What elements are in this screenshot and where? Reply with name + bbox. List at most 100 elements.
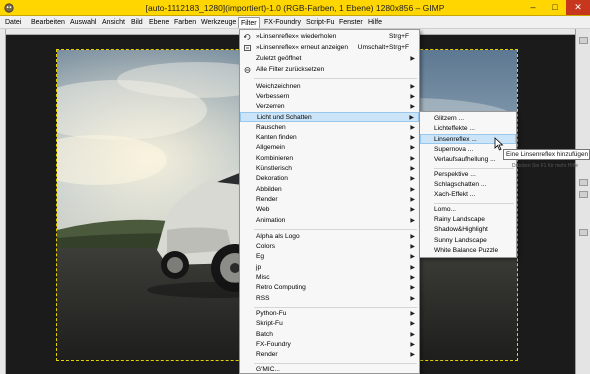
menu-fenster[interactable]: Fenster xyxy=(337,17,365,28)
light-shadow-submenu: Glitzern ... Lichteffekte ... Linsenrefl… xyxy=(419,111,517,258)
dock-button[interactable] xyxy=(579,191,588,198)
menu-item-xach-effekt[interactable]: Xach-Effekt ... xyxy=(420,190,516,200)
menu-filter[interactable]: Filter xyxy=(238,17,260,28)
menu-item-label: Perspektive ... xyxy=(434,171,476,178)
menu-item-glitzern[interactable]: Glitzern ... xyxy=(420,114,516,124)
menu-item-label: Batch xyxy=(256,331,273,338)
menu-ansicht[interactable]: Ansicht xyxy=(100,17,127,28)
menu-item-fx-foundry[interactable]: FX-Foundry ▶ xyxy=(240,340,419,350)
submenu-arrow-icon: ▶ xyxy=(410,156,415,162)
menu-separator xyxy=(434,203,514,204)
submenu-arrow-icon: ▶ xyxy=(410,234,415,240)
menu-item-licht-und-schatten[interactable]: Licht und Schatten ▶ xyxy=(240,112,419,122)
menu-item-label: Schlagschatten ... xyxy=(434,181,487,188)
menu-item-abbilden[interactable]: Abbilden ▶ xyxy=(240,185,419,195)
menu-item-label: Allgemein xyxy=(256,144,285,151)
menu-werkzeuge[interactable]: Werkzeuge xyxy=(199,17,238,28)
submenu-arrow-icon: ▶ xyxy=(410,104,415,110)
submenu-arrow-icon: ▶ xyxy=(409,115,414,121)
menu-item-verzerren[interactable]: Verzerren ▶ xyxy=(240,102,419,112)
menu-datei[interactable]: Datei xyxy=(3,17,23,28)
menu-item-schlagschatten[interactable]: Schlagschatten ... xyxy=(420,180,516,190)
menu-item-sunny-landscape[interactable]: Sunny Landscape xyxy=(420,236,516,246)
menu-item-retro-computing[interactable]: Retro Computing ▶ xyxy=(240,283,419,293)
menu-farben[interactable]: Farben xyxy=(172,17,198,28)
maximize-button[interactable]: □ xyxy=(544,0,566,15)
menu-item-jp[interactable]: jp ▶ xyxy=(240,263,419,273)
submenu-arrow-icon: ▶ xyxy=(410,275,415,281)
menu-item-alpha-als-logo[interactable]: Alpha als Logo ▶ xyxy=(240,232,419,242)
menu-item-kuenstlerisch[interactable]: Künstlerisch ▶ xyxy=(240,164,419,174)
menu-bild[interactable]: Bild xyxy=(129,17,145,28)
menu-item-label: Web xyxy=(256,206,270,213)
menu-item-kombinieren[interactable]: Kombinieren ▶ xyxy=(240,154,419,164)
submenu-arrow-icon: ▶ xyxy=(410,254,415,260)
menu-item-render[interactable]: Render ▶ xyxy=(240,195,419,205)
menu-item-label: Abbilden xyxy=(256,186,282,193)
close-button[interactable]: ✕ xyxy=(566,0,590,15)
menu-item-shadow-highlight[interactable]: Shadow&Highlight xyxy=(420,225,516,235)
menu-bearbeiten[interactable]: Bearbeiten xyxy=(29,17,67,28)
submenu-arrow-icon: ▶ xyxy=(410,166,415,172)
menu-item-python-fu[interactable]: Python-Fu ▶ xyxy=(240,309,419,319)
menu-item-web[interactable]: Web ▶ xyxy=(240,205,419,215)
menu-auswahl[interactable]: Auswahl xyxy=(68,17,98,28)
menu-item-label: Zuletzt geöffnet xyxy=(256,55,302,62)
reshow-icon xyxy=(244,45,251,51)
menu-item-batch[interactable]: Batch ▶ xyxy=(240,330,419,340)
tooltip-hint: Drücken Sie F1 für mehr Hilfe xyxy=(512,163,578,169)
menu-item-weichzeichnen[interactable]: Weichzeichnen ▶ xyxy=(240,82,419,92)
vertical-ruler[interactable] xyxy=(0,29,6,374)
menu-separator xyxy=(254,363,417,364)
menu-separator xyxy=(254,307,417,308)
menu-fx-foundry[interactable]: FX-Foundry xyxy=(262,17,303,28)
menu-item-label: Lomo... xyxy=(434,206,456,213)
menu-item-colors[interactable]: Colors ▶ xyxy=(240,242,419,252)
menu-item-misc[interactable]: Misc ▶ xyxy=(240,273,419,283)
menu-item-verlaufsaufhellung[interactable]: Verlaufsaufhellung ... xyxy=(420,155,516,165)
submenu-arrow-icon: ▶ xyxy=(410,125,415,131)
menu-item-eg[interactable]: Eg ▶ xyxy=(240,252,419,262)
menu-item-label: Eg xyxy=(256,253,265,260)
menu-item-perspektive[interactable]: Perspektive ... xyxy=(420,170,516,180)
dock-button[interactable] xyxy=(579,179,588,186)
menu-item-render-2[interactable]: Render ▶ xyxy=(240,350,419,360)
dock-button[interactable] xyxy=(579,37,588,44)
menu-item-skript-fu[interactable]: Skript-Fu ▶ xyxy=(240,319,419,329)
menu-separator xyxy=(434,168,514,169)
menu-item-label: Verbessern xyxy=(256,93,290,100)
menu-item-lomo[interactable]: Lomo... xyxy=(420,205,516,215)
menu-item-animation[interactable]: Animation ▶ xyxy=(240,216,419,226)
menu-item-rauschen[interactable]: Rauschen ▶ xyxy=(240,123,419,133)
menu-item-rainy-landscape[interactable]: Rainy Landscape xyxy=(420,215,516,225)
menu-item-label: Linsenreflex ... xyxy=(434,136,477,143)
right-dock-panel[interactable] xyxy=(575,29,590,374)
menu-bar: Datei Bearbeiten Auswahl Ansicht Bild Eb… xyxy=(0,16,590,29)
menu-item-dekoration[interactable]: Dekoration ▶ xyxy=(240,174,419,184)
menu-item-label: Render xyxy=(256,351,278,358)
menu-item-label: Kombinieren xyxy=(256,155,294,162)
menu-item-lichteffekte[interactable]: Lichteffekte ... xyxy=(420,124,516,134)
menu-item-reshow-filter[interactable]: »Linsenreflex« erneut anzeigen Umschalt+… xyxy=(240,43,419,53)
menu-item-reset-all-filters[interactable]: Alle Filter zurücksetzen xyxy=(240,65,419,75)
menu-item-gmic[interactable]: G'MIC... xyxy=(240,365,419,374)
menu-item-white-balance-puzzle[interactable]: White Balance Puzzle xyxy=(420,246,516,256)
minimize-button[interactable]: – xyxy=(522,0,544,15)
menu-item-allgemein[interactable]: Allgemein ▶ xyxy=(240,143,419,153)
menu-item-label: Lichteffekte ... xyxy=(434,125,475,132)
menu-item-kanten-finden[interactable]: Kanten finden ▶ xyxy=(240,133,419,143)
submenu-arrow-icon: ▶ xyxy=(410,84,415,90)
menu-item-label: Retro Computing xyxy=(256,284,306,291)
menu-item-rss[interactable]: RSS ▶ xyxy=(240,294,419,304)
submenu-arrow-icon: ▶ xyxy=(410,296,415,302)
menu-item-label: Alle Filter zurücksetzen xyxy=(256,66,325,73)
submenu-arrow-icon: ▶ xyxy=(410,321,415,327)
menu-item-recently-used[interactable]: Zuletzt geöffnet ▶ xyxy=(240,54,419,64)
menu-item-repeat-filter[interactable]: »Linsenreflex« wiederholen Strg+F xyxy=(240,32,419,42)
menu-ebene[interactable]: Ebene xyxy=(147,17,171,28)
menu-item-label: »Linsenreflex« erneut anzeigen xyxy=(256,44,349,51)
menu-hilfe[interactable]: Hilfe xyxy=(366,17,384,28)
menu-item-verbessern[interactable]: Verbessern ▶ xyxy=(240,92,419,102)
menu-script-fu[interactable]: Script-Fu xyxy=(304,17,336,28)
dock-button[interactable] xyxy=(579,229,588,236)
